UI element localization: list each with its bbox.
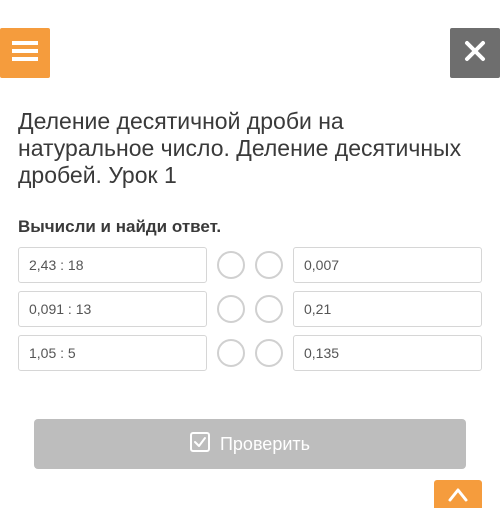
check-button-label: Проверить	[220, 434, 310, 455]
match-row: 0,091 : 13 0,21	[18, 291, 482, 327]
instruction-text: Вычисли и найди ответ.	[18, 217, 482, 237]
top-bar	[0, 0, 500, 70]
right-cell[interactable]: 0,21	[293, 291, 482, 327]
match-area: 2,43 : 18 0,007 0,091 : 13 0,21 1,05 : 5…	[18, 247, 482, 371]
left-radio[interactable]	[217, 251, 245, 279]
left-radio[interactable]	[217, 339, 245, 367]
menu-button[interactable]	[0, 28, 50, 78]
match-row: 2,43 : 18 0,007	[18, 247, 482, 283]
match-row: 1,05 : 5 0,135	[18, 335, 482, 371]
chevron-up-icon	[447, 484, 469, 511]
scroll-top-button[interactable]	[434, 480, 482, 508]
close-button[interactable]	[450, 28, 500, 78]
content: Деление десятичной дроби на натуральное …	[0, 70, 500, 469]
lesson-title: Деление десятичной дроби на натуральное …	[18, 108, 482, 189]
right-radio[interactable]	[255, 295, 283, 323]
right-cell[interactable]: 0,135	[293, 335, 482, 371]
left-cell[interactable]: 1,05 : 5	[18, 335, 207, 371]
check-icon	[190, 432, 210, 457]
left-radio[interactable]	[217, 295, 245, 323]
right-cell[interactable]: 0,007	[293, 247, 482, 283]
close-icon	[464, 40, 486, 67]
check-button[interactable]: Проверить	[34, 419, 466, 469]
left-cell[interactable]: 0,091 : 13	[18, 291, 207, 327]
right-radio[interactable]	[255, 251, 283, 279]
hamburger-icon	[12, 41, 38, 66]
right-radio[interactable]	[255, 339, 283, 367]
left-cell[interactable]: 2,43 : 18	[18, 247, 207, 283]
